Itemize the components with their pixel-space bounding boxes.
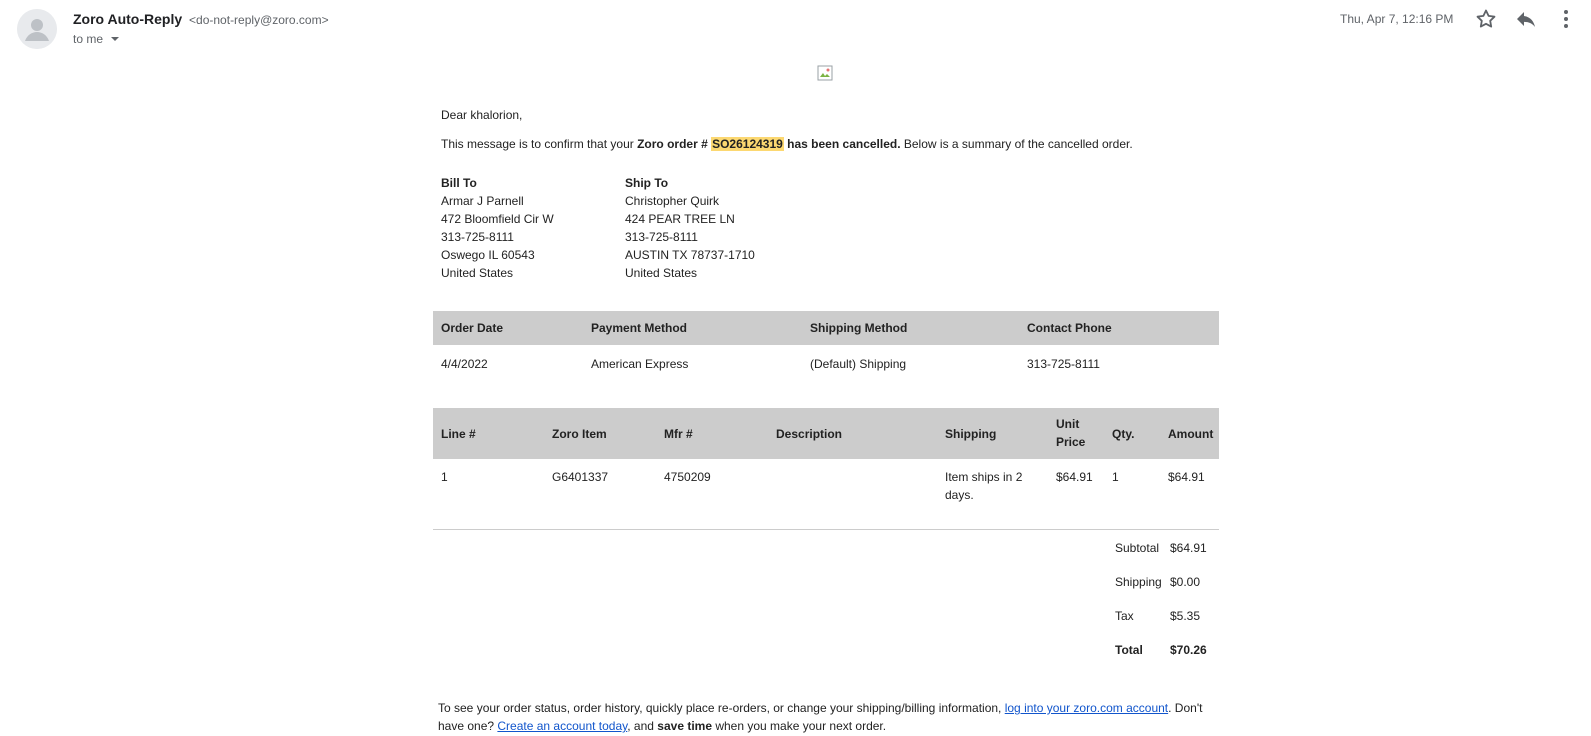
- header-order-date: Order Date: [441, 321, 504, 335]
- order-items-table: Line # Zoro Item Mfr # Description Shipp…: [433, 408, 1219, 530]
- bill-to-label: Bill To: [441, 176, 477, 190]
- login-account-link[interactable]: log into your zoro.com account: [1005, 701, 1168, 715]
- ship-to-name: Christopher Quirk: [625, 194, 720, 208]
- ship-to-city: AUSTIN TX 78737-1710: [625, 248, 755, 262]
- table-row: 1 G6401337 4750209 Item ships in 2 days.…: [433, 459, 1219, 530]
- line-number-cell: 1: [441, 470, 448, 484]
- order-number: SO26124319: [711, 137, 784, 151]
- ship-to-block: Ship To Christopher Quirk 424 PEAR TREE …: [625, 174, 755, 282]
- header-unit-price-line2: Price: [1056, 435, 1086, 449]
- header-quantity: Qty.: [1112, 427, 1135, 441]
- recipient-details-toggle[interactable]: to me: [73, 31, 121, 47]
- ship-to-label: Ship To: [625, 176, 669, 190]
- header-mfr-number: Mfr #: [664, 427, 693, 441]
- account-footer-text: To see your order status, order history,…: [438, 699, 1228, 735]
- person-avatar-icon[interactable]: [17, 9, 57, 49]
- header-description: Description: [776, 427, 843, 441]
- bill-to-phone: 313-725-8111: [441, 230, 514, 244]
- items-header-row: Line # Zoro Item Mfr # Description Shipp…: [433, 408, 1219, 459]
- header-payment-method: Payment Method: [591, 321, 688, 335]
- broken-image-icon: [817, 65, 833, 81]
- reply-icon[interactable]: [1514, 7, 1538, 31]
- header-amount: Amount: [1168, 427, 1214, 441]
- order-info-header-row: Order Date Payment Method Shipping Metho…: [433, 311, 1219, 345]
- quantity-cell: 1: [1112, 470, 1119, 484]
- sender-address: <do-not-reply@zoro.com>: [189, 13, 329, 27]
- more-vert-icon[interactable]: [1554, 7, 1574, 31]
- order-info-row: 4/4/2022 American Express (Default) Ship…: [433, 345, 1219, 381]
- greeting-text: Dear khalorion,: [441, 108, 523, 122]
- sender-name[interactable]: Zoro Auto-Reply: [73, 11, 182, 27]
- footer-text-1: To see your order status, order history,…: [438, 701, 1005, 715]
- bill-to-country: United States: [441, 266, 514, 280]
- confirm-prefix: This message is to confirm that your: [441, 137, 638, 151]
- header-contact-phone: Contact Phone: [1027, 321, 1112, 335]
- order-info-table: Order Date Payment Method Shipping Metho…: [433, 311, 1219, 381]
- ship-to-street: 424 PEAR TREE LN: [625, 212, 735, 226]
- subtotal-value: $64.91: [1170, 541, 1207, 555]
- confirm-suffix: Below is a summary of the cancelled orde…: [900, 137, 1133, 151]
- footer-text-4: when you make your next order.: [712, 719, 887, 733]
- bill-to-city: Oswego IL 60543: [441, 248, 535, 262]
- amount-cell: $64.91: [1168, 470, 1205, 484]
- total-label: Total: [1115, 643, 1143, 657]
- email-header: Zoro Auto-Reply <do-not-reply@zoro.com> …: [0, 0, 1591, 56]
- cancelled-text: has been cancelled.: [783, 137, 901, 151]
- order-date-value: 4/4/2022: [441, 357, 488, 371]
- bill-to-name: Armar J Parnell: [441, 194, 524, 208]
- unit-price-cell: $64.91: [1056, 470, 1093, 484]
- caret-down-icon[interactable]: [109, 33, 121, 45]
- header-shipping: Shipping: [945, 427, 997, 441]
- ship-to-phone: 313-725-8111: [625, 230, 698, 244]
- shipping-total-value: $0.00: [1170, 575, 1201, 589]
- tax-value: $5.35: [1170, 609, 1201, 623]
- ship-to-country: United States: [625, 266, 698, 280]
- header-shipping-method: Shipping Method: [810, 321, 908, 335]
- header-unit-price: Unit Price: [1056, 415, 1085, 451]
- create-account-link[interactable]: Create an account today: [497, 719, 627, 733]
- bill-to-street: 472 Bloomfield Cir W: [441, 212, 554, 226]
- tax-label: Tax: [1115, 609, 1134, 623]
- email-date: Thu, Apr 7, 12:16 PM: [1340, 12, 1454, 26]
- zoro-item-cell: G6401337: [552, 470, 609, 484]
- footer-text-3: , and: [627, 719, 658, 733]
- payment-method-value: American Express: [591, 357, 689, 371]
- shipping-cell-line1: Item ships in 2: [945, 470, 1023, 484]
- save-time-text: save time: [657, 719, 712, 733]
- sender-line: Zoro Auto-Reply <do-not-reply@zoro.com>: [73, 10, 329, 29]
- contact-phone-value: 313-725-8111: [1027, 357, 1100, 371]
- subtotal-label: Subtotal: [1115, 541, 1160, 555]
- order-label: Zoro order #: [637, 137, 712, 151]
- mfr-number-cell: 4750209: [664, 470, 711, 484]
- recipient-label: to me: [73, 32, 104, 46]
- star-icon[interactable]: [1474, 7, 1498, 31]
- shipping-method-value: (Default) Shipping: [810, 357, 907, 371]
- cancellation-message: This message is to confirm that your Zor…: [441, 135, 1133, 153]
- shipping-total-label: Shipping: [1115, 575, 1162, 589]
- header-unit-price-line1: Unit: [1056, 417, 1080, 431]
- header-zoro-item: Zoro Item: [552, 427, 607, 441]
- header-line-number: Line #: [441, 427, 476, 441]
- bill-to-block: Bill To Armar J Parnell 472 Bloomfield C…: [441, 174, 554, 282]
- total-value: $70.26: [1170, 643, 1207, 657]
- shipping-cell: Item ships in 2 days.: [945, 468, 1022, 504]
- shipping-cell-line2: days.: [945, 488, 974, 502]
